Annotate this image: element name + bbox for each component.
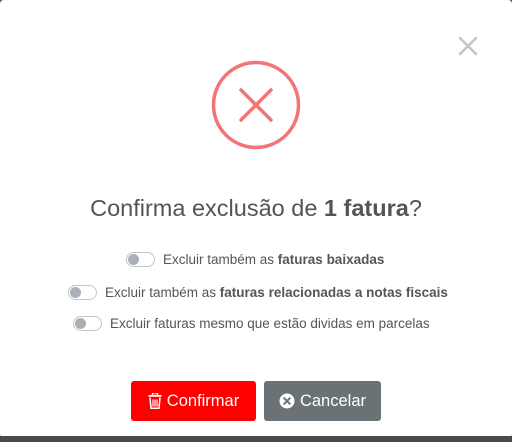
option-label: Excluir também as faturas relacionadas a… [105,285,448,300]
backdrop [0,436,512,442]
toggle-knob [128,253,139,265]
option-faturas-baixadas: Excluir também as faturas baixadas [126,248,384,270]
cancel-button[interactable]: Cancelar [264,381,381,421]
option-faturas-parcelas: Excluir faturas mesmo que estão dividas … [73,312,430,334]
title-suffix: ? [408,195,422,221]
close-icon[interactable] [455,33,481,59]
option-label: Excluir também as faturas baixadas [163,252,384,267]
toggle-knob [75,317,86,329]
toggle-faturas-parcelas[interactable] [73,315,102,331]
toggle-faturas-notas-fiscais[interactable] [68,284,97,300]
cancel-button-label: Cancelar [299,391,367,410]
times-circle-icon [279,393,295,409]
error-x-icon [211,60,301,150]
confirm-button-label: Confirmar [166,391,240,410]
option-label-text: Excluir também as [105,284,220,300]
option-label-bold: faturas relacionadas a notas fiscais [219,284,448,300]
confirm-button[interactable]: Confirmar [131,381,256,421]
option-label: Excluir faturas mesmo que estão dividas … [110,316,430,331]
option-label-text: Excluir também as [163,251,278,267]
option-faturas-notas-fiscais: Excluir também as faturas relacionadas a… [68,281,448,303]
dialog-title: Confirma exclusão de 1 fatura? [0,195,512,222]
trash-icon [148,393,162,409]
toggle-faturas-baixadas[interactable] [126,251,155,267]
option-label-bold: faturas baixadas [277,251,385,267]
title-prefix: Confirma exclusão de [90,195,324,221]
confirm-delete-dialog: Confirma exclusão de 1 fatura? Excluir t… [0,0,512,438]
option-label-text: Excluir faturas mesmo que estão dividas … [110,315,430,331]
toggle-knob [70,286,81,298]
title-count: 1 fatura [323,195,409,221]
